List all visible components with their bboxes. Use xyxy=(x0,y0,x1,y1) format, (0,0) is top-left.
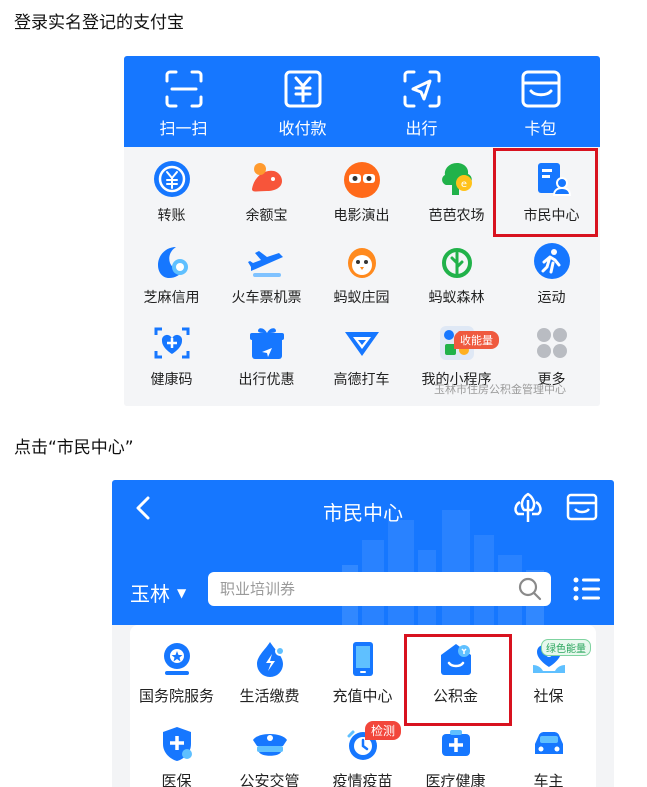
police-hat-icon xyxy=(252,734,287,756)
service-label: 医保 xyxy=(161,772,192,787)
housing-fund-highlight xyxy=(404,634,512,726)
dropdown-arrow-icon: ▼ xyxy=(177,585,187,600)
scan-button[interactable]: 扫一扫 xyxy=(124,56,243,147)
step2-caption: 点击“市民中心” xyxy=(14,438,134,458)
service-label: 国务院服务 xyxy=(138,687,214,705)
city-selector[interactable]: 玉林 ▼ xyxy=(130,578,186,607)
service-car-owner[interactable]: 车主 xyxy=(502,710,595,787)
app-ant-forest[interactable]: 蚂蚁森林 xyxy=(409,229,504,311)
app-transfer[interactable]: 转账 xyxy=(124,147,219,229)
service-label: 车主 xyxy=(533,772,564,787)
travel-button[interactable]: 出行 xyxy=(362,56,481,147)
travel-label: 出行 xyxy=(405,119,438,138)
service-utility-pay[interactable]: 生活缴费 xyxy=(223,625,316,710)
app-label: 蚂蚁森林 xyxy=(428,290,485,306)
card-wallet-icon[interactable] xyxy=(566,492,598,522)
health-code-icon xyxy=(154,327,189,359)
green-energy-badge: 绿色能量 xyxy=(541,639,591,656)
state-council-icon xyxy=(163,643,190,675)
card-wallet-button[interactable]: 卡包 xyxy=(481,56,600,147)
list-menu-icon[interactable] xyxy=(572,576,602,602)
app-travel-discount[interactable]: 出行优惠 xyxy=(219,311,314,393)
more-icon xyxy=(536,328,567,358)
app-label: 电影演出 xyxy=(333,208,390,224)
service-recharge[interactable]: 充值中心 xyxy=(316,625,409,710)
app-label: 高德打车 xyxy=(333,372,390,388)
app-yuebao[interactable]: 余额宝 xyxy=(219,147,314,229)
alipay-home-screenshot: 扫一扫 收付款 出行 卡包 转账 余额宝 电影演出 e 芭芭农场 市民中心 芝麻… xyxy=(124,56,600,406)
citizen-center-highlight xyxy=(493,148,598,237)
service-police-traffic[interactable]: 公安交管 xyxy=(223,710,316,787)
pay-collect-label: 收付款 xyxy=(278,119,327,138)
app-train-plane[interactable]: 火车票机票 xyxy=(219,229,314,311)
app-health-code[interactable]: 健康码 xyxy=(124,311,219,393)
travel-arrow-icon xyxy=(403,70,440,108)
scan-label: 扫一扫 xyxy=(159,119,208,138)
app-sesame-credit[interactable]: 芝麻信用 xyxy=(124,229,219,311)
farm-icon: e xyxy=(441,163,472,195)
energy-badge: 收能量 xyxy=(454,331,499,349)
app-label: 运动 xyxy=(537,290,566,306)
app-label: 转账 xyxy=(157,208,186,224)
service-state-council[interactable]: 国务院服务 xyxy=(130,625,223,710)
service-label: 充值中心 xyxy=(332,687,393,705)
tree-icon[interactable] xyxy=(510,490,546,524)
travel-discount-icon xyxy=(249,328,284,359)
sport-icon xyxy=(533,243,570,279)
train-plane-icon xyxy=(247,251,283,277)
sesame-credit-icon xyxy=(157,247,188,278)
search-input[interactable] xyxy=(220,578,500,600)
app-gaode-taxi[interactable]: 高德打车 xyxy=(314,311,409,393)
top-action-bar: 扫一扫 收付款 出行 卡包 xyxy=(124,56,600,147)
utility-pay-icon xyxy=(256,642,285,677)
app-ant-manor[interactable]: 蚂蚁庄园 xyxy=(314,229,409,311)
service-social-security[interactable]: 社保 xyxy=(502,625,595,710)
recharge-phone-icon xyxy=(352,642,373,676)
app-label: 芭芭农场 xyxy=(428,208,485,224)
medical-health-icon xyxy=(441,730,470,756)
search-box[interactable] xyxy=(208,572,551,606)
step1-caption: 登录实名登记的支付宝 xyxy=(14,13,184,33)
tree-icon xyxy=(441,248,472,278)
svg-text:e: e xyxy=(460,179,466,190)
yuebao-icon xyxy=(251,163,282,192)
gaode-taxi-icon xyxy=(344,332,379,356)
app-label: 芝麻信用 xyxy=(143,290,200,306)
medical-insurance-icon xyxy=(162,727,192,761)
service-panel: 国务院服务 生活缴费 充值中心 公积金 社保 医保 公安交管 疫情疫苗 医疗健康… xyxy=(130,625,596,787)
app-label: 健康码 xyxy=(150,372,193,388)
search-icon[interactable] xyxy=(517,576,543,602)
city-name: 玉林 xyxy=(130,582,170,606)
pay-collect-button[interactable]: 收付款 xyxy=(243,56,362,147)
citizen-center-screenshot: 市民中心 玉林 ▼ 国务院服务 生活缴费 充值中心 公积金 xyxy=(112,480,614,787)
car-owner-icon xyxy=(534,732,563,754)
watermark: 玉林市住房公积金管理中心 xyxy=(434,383,566,396)
app-movie[interactable]: 电影演出 xyxy=(314,147,409,229)
service-label: 社保 xyxy=(533,687,564,705)
service-label: 公安交管 xyxy=(239,772,300,787)
citizen-center-header: 市民中心 玉林 ▼ xyxy=(112,480,614,625)
app-label: 余额宝 xyxy=(245,208,288,224)
scan-icon xyxy=(165,70,202,108)
card-wallet-icon xyxy=(521,70,560,108)
app-sport[interactable]: 运动 xyxy=(504,229,599,311)
app-label: 出行优惠 xyxy=(238,372,295,388)
service-medical-insurance[interactable]: 医保 xyxy=(130,710,223,787)
transfer-icon xyxy=(153,161,190,197)
service-label: 生活缴费 xyxy=(239,687,300,705)
app-farm[interactable]: e 芭芭农场 xyxy=(409,147,504,229)
app-label: 蚂蚁庄园 xyxy=(333,290,390,306)
chick-icon xyxy=(347,248,376,278)
app-label: 火车票机票 xyxy=(231,290,302,306)
test-badge: 检测 xyxy=(365,721,402,740)
movie-icon xyxy=(343,162,380,198)
service-label: 医疗健康 xyxy=(425,772,486,787)
yuan-payment-icon xyxy=(284,70,321,108)
service-label: 疫情疫苗 xyxy=(332,772,393,787)
card-wallet-label: 卡包 xyxy=(524,119,557,138)
